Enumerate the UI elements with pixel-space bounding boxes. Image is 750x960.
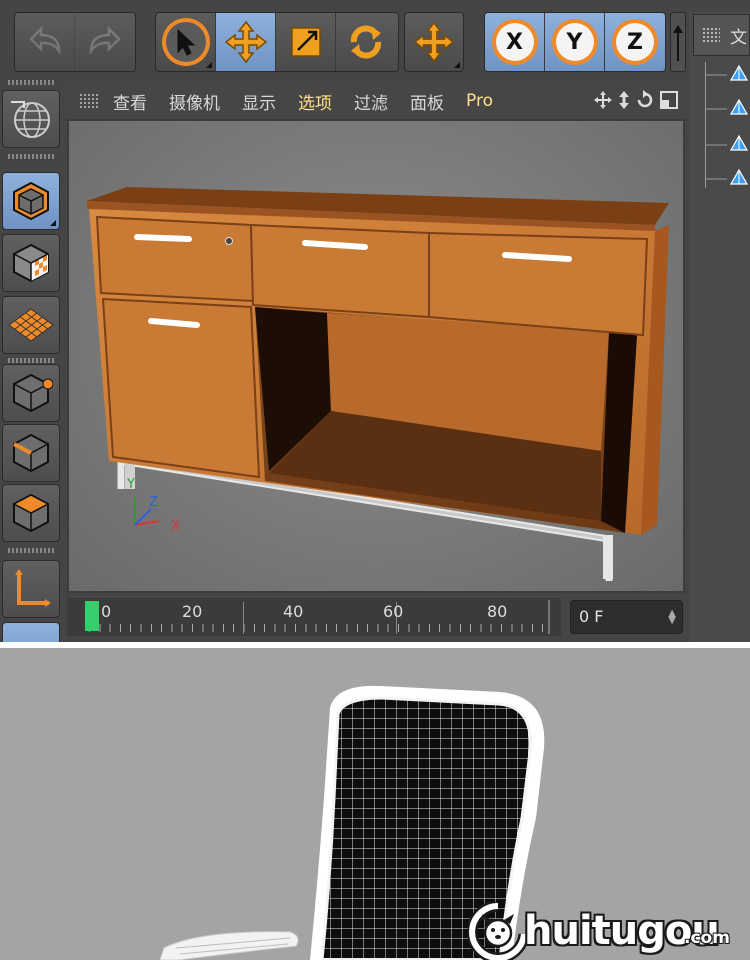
- timeline-end-marker: [548, 600, 550, 634]
- history-group: [14, 12, 136, 72]
- undo-icon: [28, 25, 60, 56]
- menu-pro[interactable]: Pro: [466, 91, 493, 111]
- timeline-playhead[interactable]: [85, 601, 99, 631]
- tick-label: 60: [383, 602, 404, 621]
- points-cube-icon: [13, 373, 53, 413]
- dog-logo-icon: [468, 902, 528, 960]
- redo-icon: [89, 25, 121, 56]
- panel-grip: [702, 27, 720, 43]
- rotate-icon: [350, 25, 382, 59]
- z-axis-label: Z: [149, 495, 158, 510]
- select-icon: [161, 18, 210, 66]
- menu-filter[interactable]: 过滤: [354, 89, 388, 114]
- maximize-view-icon[interactable]: [659, 90, 679, 110]
- object-manager-panel: 文: [689, 12, 750, 642]
- tick-label: 40: [283, 602, 304, 621]
- transform-tool-button[interactable]: [405, 13, 463, 71]
- z-axis-icon: Z: [612, 19, 658, 65]
- current-frame-value: 0 F: [579, 607, 604, 626]
- watermark-domain: .com: [684, 928, 730, 948]
- cinema4d-window: X Y Z 查看 摄像机 显示 选项 过滤 面板 Pro Y Z X 0 20 …: [0, 0, 750, 642]
- object-row[interactable]: [705, 60, 750, 90]
- orbit-icon[interactable]: [635, 90, 655, 110]
- z-axis-lock-button[interactable]: Z: [605, 13, 665, 71]
- edges-mode-button[interactable]: [2, 424, 60, 482]
- make-editable-button[interactable]: [2, 90, 60, 148]
- menu-camera[interactable]: 摄像机: [169, 89, 220, 114]
- edges-cube-icon: [13, 433, 49, 473]
- frame-stepper-icon[interactable]: ▲ ▼: [668, 609, 676, 626]
- axis-lock-group: X Y Z: [484, 12, 666, 72]
- viewport-menubar: 查看 摄像机 显示 选项 过滤 面板 Pro: [67, 83, 685, 119]
- null-object-icon: [705, 168, 749, 185]
- 3d-viewport[interactable]: Y Z X: [69, 121, 683, 591]
- move-arrows-icon: [224, 20, 267, 64]
- axis-corner-icon: [15, 569, 51, 607]
- cube-model-icon: [13, 181, 49, 221]
- globe-grid-icon: [11, 101, 50, 138]
- x-axis-icon: X: [491, 19, 538, 65]
- model-mode-button[interactable]: [2, 172, 60, 230]
- toolbar-grip: [8, 80, 54, 85]
- timeline-ticks: [89, 624, 551, 632]
- up-arrow-icon: [673, 25, 683, 61]
- object-row[interactable]: [705, 94, 750, 124]
- live-select-tool-button[interactable]: [156, 13, 216, 71]
- magnet-icon: [13, 641, 49, 642]
- workplane-mode-button[interactable]: [2, 296, 60, 354]
- x-axis-lock-button[interactable]: X: [485, 13, 545, 71]
- object-row[interactable]: [705, 130, 750, 160]
- world-axis-gizmo: [134, 497, 160, 526]
- y-axis-label: Y: [127, 477, 135, 492]
- null-object-icon: [705, 64, 749, 81]
- scale-icon: [290, 27, 321, 57]
- checker-cube-icon: [13, 243, 49, 283]
- grid-plane-icon: [8, 308, 54, 342]
- menubar-grip: [79, 93, 99, 109]
- dolly-icon[interactable]: [617, 90, 631, 110]
- null-object-icon: [705, 134, 749, 151]
- axis-mode-button[interactable]: [2, 560, 60, 618]
- move-tool-button[interactable]: [216, 13, 276, 71]
- menu-display[interactable]: 显示: [242, 89, 276, 114]
- polygons-mode-button[interactable]: [2, 484, 60, 542]
- viewport-nav-icons: [593, 90, 679, 110]
- scale-tool-button[interactable]: [276, 13, 336, 71]
- toolbar-grip: [8, 154, 54, 159]
- snap-button[interactable]: [2, 622, 60, 642]
- object-manager-header: 文: [693, 14, 750, 56]
- polygons-cube-icon: [12, 493, 50, 533]
- tick-label: 80: [487, 602, 508, 621]
- undo-button[interactable]: [15, 13, 75, 71]
- tools-group: [155, 12, 399, 72]
- object-row[interactable]: [705, 164, 750, 194]
- toolbar-grip: [8, 358, 54, 363]
- menu-file[interactable]: 文: [730, 23, 747, 48]
- menu-view[interactable]: 查看: [113, 89, 147, 114]
- current-frame-field[interactable]: 0 F ▲ ▼: [570, 600, 683, 634]
- y-axis-icon: Y: [551, 19, 598, 65]
- viewport-panel: 查看 摄像机 显示 选项 过滤 面板 Pro Y Z X: [67, 83, 685, 593]
- timeline-ruler[interactable]: 0 20 40 60 80: [67, 598, 561, 636]
- null-object-icon: [705, 98, 749, 115]
- texture-mode-button[interactable]: [2, 234, 60, 292]
- pan-icon[interactable]: [593, 90, 613, 110]
- y-axis-lock-button[interactable]: Y: [545, 13, 605, 71]
- points-mode-button[interactable]: [2, 364, 60, 422]
- tick-major: [243, 602, 244, 634]
- redo-button[interactable]: [75, 13, 135, 71]
- tick-label: 0: [101, 602, 112, 621]
- watermark: huitugou .com: [468, 902, 738, 960]
- tick-label: 20: [182, 602, 203, 621]
- coordinate-system-button[interactable]: [670, 12, 686, 72]
- transform-group: [404, 12, 464, 72]
- menu-options[interactable]: 选项: [298, 89, 332, 114]
- transform-arrows-icon: [413, 21, 455, 63]
- toolbar-grip: [8, 548, 54, 553]
- menu-panel[interactable]: 面板: [410, 89, 444, 114]
- rotate-tool-button[interactable]: [336, 13, 396, 71]
- x-axis-label: X: [171, 519, 180, 534]
- left-toolbar: [0, 80, 64, 642]
